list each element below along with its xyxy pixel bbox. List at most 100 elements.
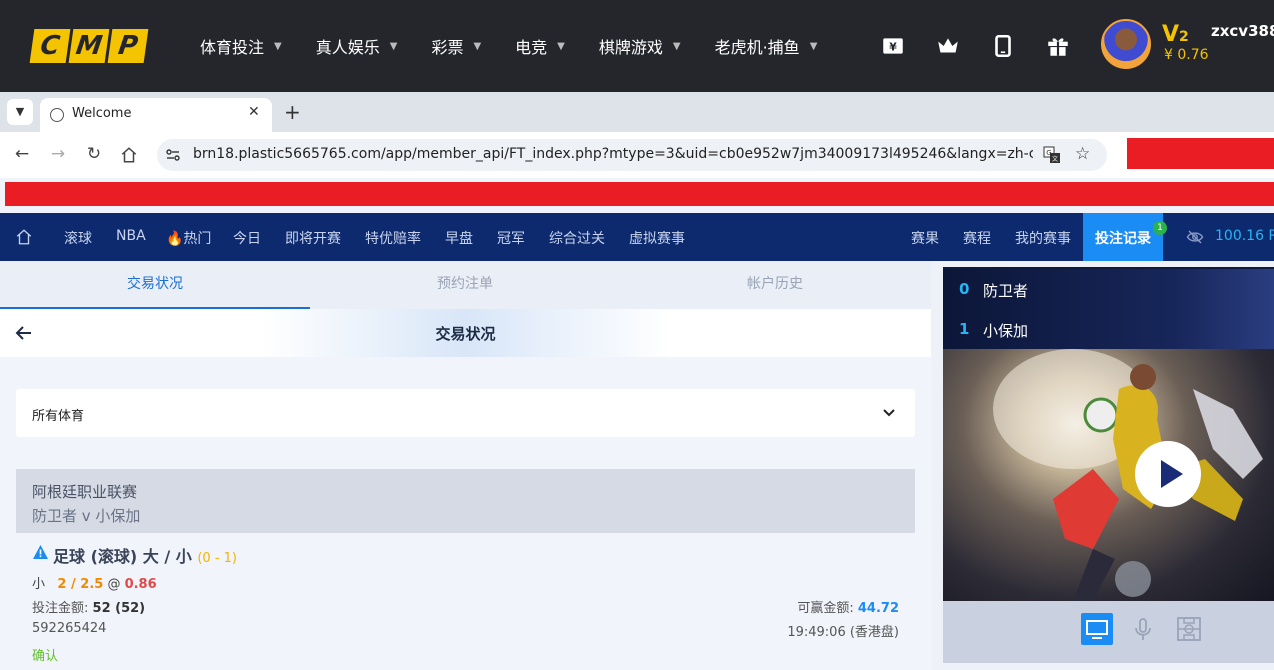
bet-card-body: 足球 (滚球) 大 / 小 (0 - 1) 小 2 / 2.5 @ 0.86 投… [16, 533, 915, 670]
sportsbook-tab-parlay[interactable]: 综合过关 [549, 228, 605, 248]
sportsbook-tab-inplay[interactable]: 滚球 [64, 228, 92, 248]
nav-label: 棋牌游戏 [598, 38, 663, 57]
site-settings-icon[interactable] [165, 147, 181, 163]
globe-icon [50, 108, 64, 122]
nav-slots-fishing[interactable]: 老虎机·捕鱼 ▼ [715, 34, 818, 58]
forward-arrow-icon[interactable]: → [48, 144, 68, 164]
sportsbook-tab-virtual[interactable]: 虚拟赛事 [629, 228, 685, 248]
sportsbook-tab-results[interactable]: 赛果 [911, 228, 939, 248]
page-title: 交易状况 [435, 325, 496, 343]
sportsbook-tab-hot[interactable]: 🔥热门 [166, 228, 211, 248]
live-controls [943, 601, 1274, 663]
tab-search-button[interactable]: ▼ [7, 99, 33, 125]
nav-label: 老虎机·捕鱼 [714, 38, 800, 57]
live-score: (0 - 1) [197, 551, 237, 566]
odds-value: 0.86 [124, 577, 157, 592]
sport-filter-value: 所有体育 [32, 409, 85, 424]
redaction-bar [1127, 138, 1274, 169]
play-button[interactable] [1135, 441, 1201, 507]
warning-icon [33, 545, 48, 559]
sportsbook-tab-today[interactable]: 今日 [233, 228, 261, 248]
sportsbook-tab-outright[interactable]: 冠军 [497, 228, 525, 248]
site-header: C M P 体育投注 ▼ 真人娱乐 ▼ 彩票 ▼ 电竞 ▼ 棋牌游戏 ▼ 老虎机·捕鱼 ▼ … [0, 0, 1274, 92]
eye-off-icon[interactable] [1186, 229, 1204, 245]
sportsbook-balance: 100.16 R [1215, 228, 1274, 244]
nav-label: 体育投注 [200, 38, 265, 57]
ticket-icon[interactable]: ¥ [880, 33, 906, 59]
site-logo[interactable]: C M P [29, 29, 149, 63]
notification-badge: 1 [1153, 221, 1167, 235]
address-bar[interactable]: brn18.plastic5665765.com/app/member_api/… [157, 139, 1107, 171]
sportsbook-tab-schedule[interactable]: 赛程 [963, 228, 991, 248]
gift-icon[interactable] [1045, 33, 1071, 59]
vip-label: V [1162, 22, 1180, 47]
vip-number: 2 [1179, 29, 1189, 45]
logo-letter: P [107, 29, 149, 63]
tab-account-history[interactable]: 帐户历史 [620, 261, 930, 309]
logo-letter: C [29, 29, 71, 63]
svg-text:文: 文 [1052, 155, 1058, 163]
win-value: 44.72 [857, 601, 899, 616]
potential-win: 可赢金额: 44.72 [16, 597, 899, 616]
away-score: 1 [959, 320, 970, 338]
nav-live-casino[interactable]: 真人娱乐 ▼ [316, 34, 398, 58]
scoreboard-away: 1 小保加 [943, 309, 1274, 349]
league-name: 阿根廷职业联赛 [32, 483, 138, 501]
chevron-down-icon: ▼ [557, 40, 565, 52]
away-team: 小保加 [983, 322, 1029, 340]
tab-transaction-status[interactable]: 交易状况 [0, 261, 310, 309]
bet-selection: 小 2 / 2.5 @ 0.86 [32, 573, 157, 592]
sportsbook-tab-best-odds[interactable]: 特优赔率 [365, 228, 421, 248]
nav-esports[interactable]: 电竞 ▼ [515, 34, 565, 58]
new-tab-button[interactable]: + [284, 100, 301, 124]
reload-icon[interactable]: ↻ [84, 144, 104, 164]
url-text: brn18.plastic5665765.com/app/member_api/… [193, 146, 1033, 162]
selection-side: 小 [32, 577, 46, 592]
nav-sports[interactable]: 体育投注 ▼ [200, 34, 282, 58]
tab-reserved-bets[interactable]: 预约注单 [310, 261, 620, 309]
mobile-icon[interactable] [990, 33, 1016, 59]
nav-label: 彩票 [431, 38, 464, 57]
crown-icon[interactable] [935, 33, 961, 59]
sport-filter-select[interactable]: 所有体育 [16, 389, 915, 437]
bet-card-header: 阿根廷职业联赛 防卫者 v 小保加 [16, 469, 915, 533]
nav-card-games[interactable]: 棋牌游戏 ▼ [599, 34, 681, 58]
chevron-down-icon: ▼ [389, 40, 398, 52]
play-icon [1161, 460, 1183, 488]
sportsbook-tab-my-events[interactable]: 我的赛事 [1015, 228, 1071, 248]
close-icon[interactable]: ✕ [248, 104, 260, 120]
sportsbook-tab-nba[interactable]: NBA [116, 228, 146, 244]
back-arrow-icon[interactable]: ← [12, 144, 32, 164]
bet-subtabs: 交易状况 预约注单 帐户历史 [0, 261, 931, 309]
home-icon[interactable] [15, 228, 33, 246]
browser-tab[interactable]: Welcome ✕ [40, 98, 272, 132]
sportsbook-tab-early[interactable]: 早盘 [445, 228, 473, 248]
avatar[interactable] [1101, 19, 1151, 69]
status-badge: 确认 [32, 649, 59, 664]
header-icons: ¥ [880, 33, 1071, 59]
browser-tabstrip: ▼ Welcome ✕ + [0, 92, 1274, 132]
chevron-down-icon [883, 409, 895, 417]
vip-level: V2 [1162, 22, 1189, 47]
mic-icon[interactable] [1127, 613, 1159, 645]
sportsbook-tab-bet-records[interactable]: 投注记录 1 [1083, 213, 1167, 261]
chevron-down-icon: ▼ [274, 40, 282, 52]
chevron-down-icon: ▼ [809, 40, 818, 52]
translate-icon[interactable]: G文 [1043, 146, 1061, 164]
nav-lottery[interactable]: 彩票 ▼ [431, 34, 481, 58]
redaction-bar [5, 182, 1274, 206]
home-icon[interactable] [120, 146, 138, 164]
bet-panel: 交易状况 预约注单 帐户历史 交易状况 所有体育 阿根廷职业联赛 防卫者 v 小… [0, 261, 931, 670]
username[interactable]: zxcv388 [1211, 22, 1274, 40]
pitch-icon[interactable] [1173, 613, 1205, 645]
live-panel: 0 防卫者 1 小保加 [931, 261, 1274, 670]
bookmark-star-icon[interactable]: ☆ [1075, 144, 1090, 164]
svg-text:¥: ¥ [889, 40, 897, 53]
section-header: 交易状况 [0, 309, 931, 357]
live-video-player[interactable] [943, 349, 1274, 601]
scoreboard-home: 0 防卫者 [943, 269, 1274, 309]
chevron-down-icon: ▼ [473, 40, 482, 52]
home-score: 0 [959, 280, 970, 298]
tv-icon[interactable] [1081, 613, 1113, 645]
sportsbook-tab-upcoming[interactable]: 即将开赛 [285, 228, 341, 248]
